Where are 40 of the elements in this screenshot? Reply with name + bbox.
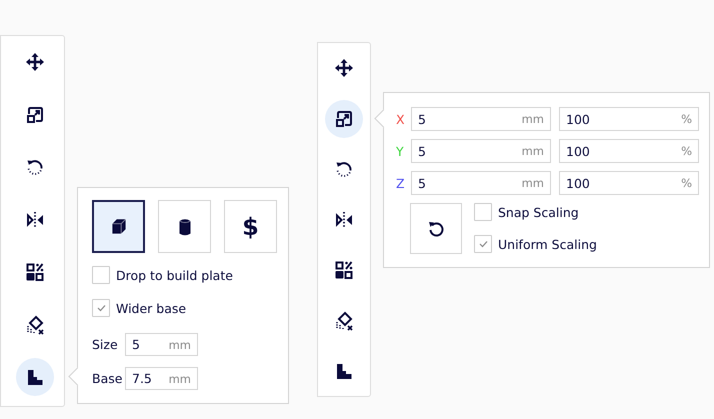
- size-field[interactable]: 5 mm: [411, 171, 551, 195]
- diamond-icon: [25, 314, 45, 335]
- percent-field[interactable]: 100 %: [559, 139, 699, 163]
- field-label: Base: [92, 371, 124, 386]
- diamond-icon: [334, 310, 354, 331]
- resize-icon: [334, 108, 354, 129]
- axis-label: Z: [396, 176, 405, 190]
- reset-button[interactable]: [410, 203, 462, 254]
- support-type-button[interactable]: [92, 200, 145, 253]
- size-field[interactable]: 5 mm: [411, 139, 551, 163]
- checkbox-label: Drop to build plate: [116, 268, 233, 282]
- check-icon: [478, 240, 488, 248]
- axis-label: X: [396, 112, 405, 126]
- grid-icon: [334, 260, 354, 280]
- field-label: Size: [92, 337, 119, 352]
- number-field[interactable]: 5 mm: [125, 333, 198, 356]
- number-field[interactable]: 7.5 mm: [125, 367, 198, 390]
- stairs-icon: [334, 361, 354, 382]
- axis-label: Y: [396, 144, 405, 158]
- tool-button[interactable]: [325, 100, 363, 138]
- stairs-icon: [25, 367, 45, 388]
- checkbox-label: Snap Scaling: [498, 204, 579, 220]
- checkbox[interactable]: [474, 235, 492, 253]
- rotate-icon: [334, 159, 354, 180]
- checkbox[interactable]: [474, 203, 492, 221]
- checkbox-label: Wider base: [116, 300, 186, 316]
- checkbox-label: Uniform Scaling: [498, 236, 597, 252]
- percent-field[interactable]: 100 %: [559, 171, 699, 195]
- support-type-button[interactable]: $: [224, 200, 277, 253]
- move-icon: [334, 58, 354, 78]
- size-field[interactable]: 5 mm: [411, 107, 551, 131]
- check-icon: [96, 304, 106, 312]
- rotate-icon: [25, 157, 45, 178]
- move-icon: [25, 52, 45, 72]
- tool-button[interactable]: [16, 358, 54, 396]
- checkbox[interactable]: [92, 266, 110, 284]
- checkbox[interactable]: [92, 299, 110, 317]
- percent-field[interactable]: 100 %: [559, 107, 699, 131]
- grid-icon: [25, 262, 45, 282]
- resize-icon: [25, 104, 45, 125]
